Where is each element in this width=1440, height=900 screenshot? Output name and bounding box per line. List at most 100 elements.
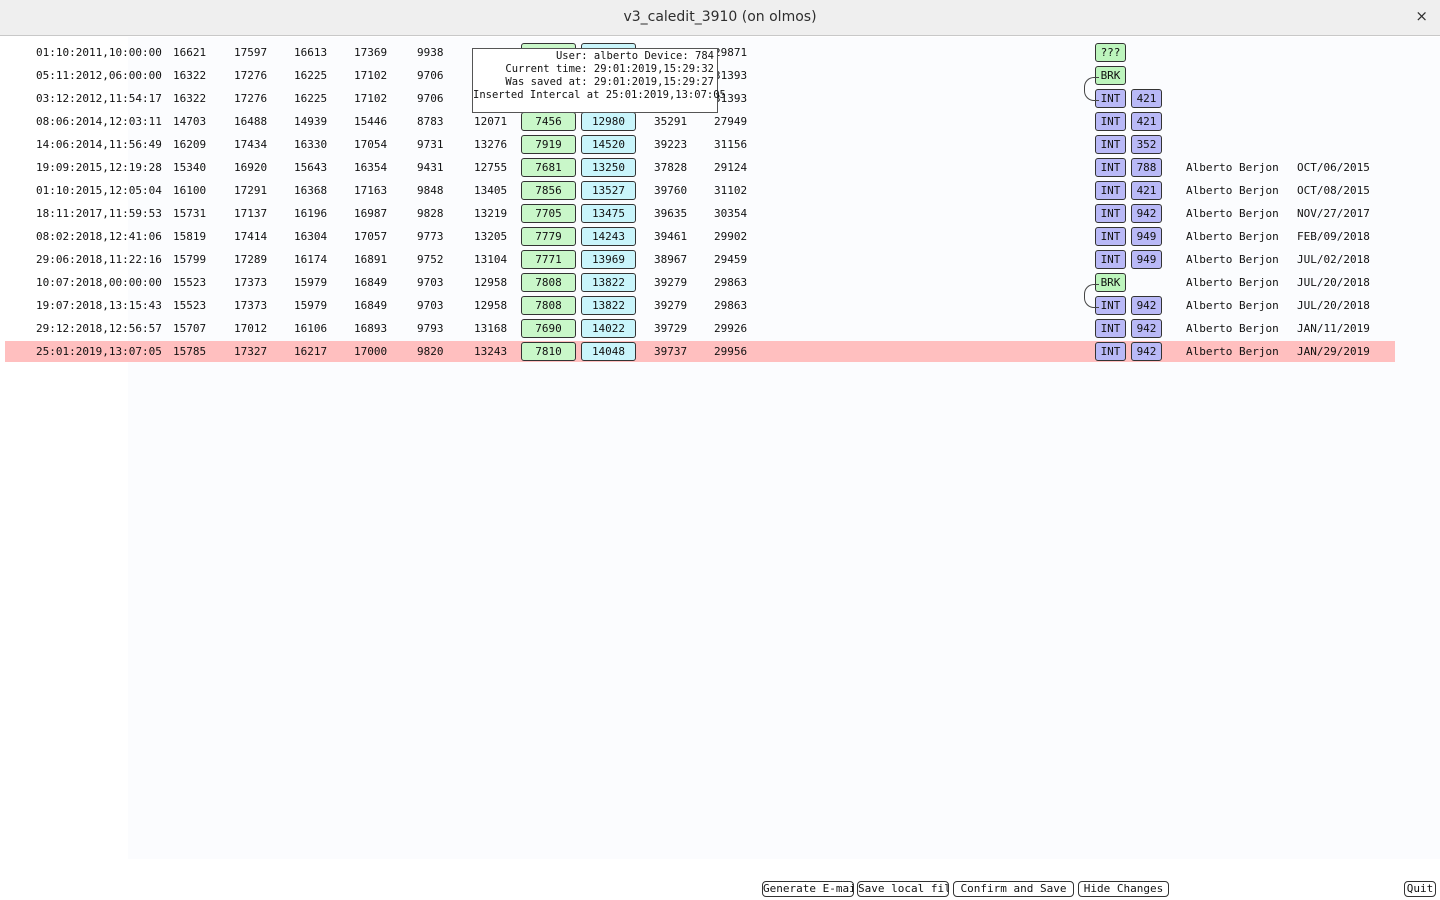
save-local-file-button[interactable]: Save local file — [857, 881, 949, 897]
hide-changes-button[interactable]: Hide Changes — [1078, 881, 1169, 897]
device-number-tag[interactable]: 949 — [1131, 250, 1162, 269]
green-value-box[interactable]: 7779 — [521, 227, 576, 246]
row-user: Alberto Berjon — [1186, 161, 1279, 174]
row-user: Alberto Berjon — [1186, 276, 1279, 289]
generate-email-button[interactable]: Generate E-mail — [762, 881, 854, 897]
row-value: 16893 — [354, 322, 388, 335]
cyan-value-box[interactable]: 13250 — [581, 158, 636, 177]
cyan-value-box[interactable]: 14243 — [581, 227, 636, 246]
row-value: 29863 — [714, 276, 748, 289]
row-value: 16322 — [173, 92, 207, 105]
cyan-value-box[interactable]: 14520 — [581, 135, 636, 154]
green-value-box[interactable]: 7919 — [521, 135, 576, 154]
row-value: 16849 — [354, 299, 388, 312]
table-row[interactable]: 14:06:2014,11:56:49 16209 17434 16330 17054 9… — [5, 134, 1395, 155]
type-tag[interactable]: BRK — [1095, 273, 1126, 292]
row-value: 31102 — [714, 184, 748, 197]
row-value: 15523 — [173, 276, 207, 289]
cyan-value-box[interactable]: 13475 — [581, 204, 636, 223]
device-number-tag[interactable]: 421 — [1131, 89, 1162, 108]
row-record-date: NOV/27/2017 — [1297, 207, 1370, 220]
green-value-box[interactable]: 7456 — [521, 112, 576, 131]
row-value: 15707 — [173, 322, 207, 335]
type-tag[interactable]: INT — [1095, 158, 1126, 177]
device-number-tag[interactable]: 788 — [1131, 158, 1162, 177]
table-row[interactable]: 29:06:2018,11:22:16 15799 17289 16174 16891 9… — [5, 249, 1395, 270]
row-value: 29902 — [714, 230, 748, 243]
green-value-box[interactable]: 7705 — [521, 204, 576, 223]
row-timestamp: 01:10:2015,12:05:04 — [36, 184, 162, 197]
type-tag[interactable]: INT — [1095, 227, 1126, 246]
row-value: 39279 — [654, 276, 688, 289]
row-value: 17597 — [234, 46, 268, 59]
close-icon[interactable]: × — [1415, 7, 1428, 25]
row-value: 15785 — [173, 345, 207, 358]
brk-int-link-bracket — [1084, 284, 1099, 308]
confirm-and-save-button[interactable]: Confirm and Save — [953, 881, 1074, 897]
type-tag[interactable]: BRK — [1095, 66, 1126, 85]
type-tag[interactable]: ??? — [1095, 43, 1126, 62]
row-record-date: JUL/02/2018 — [1297, 253, 1370, 266]
table-row[interactable]: 29:12:2018,12:56:57 15707 17012 16106 16893 9… — [5, 318, 1395, 339]
device-number-tag[interactable]: 949 — [1131, 227, 1162, 246]
cyan-value-box[interactable]: 12980 — [581, 112, 636, 131]
row-value: 39223 — [654, 138, 688, 151]
cyan-value-box[interactable]: 13822 — [581, 296, 636, 315]
row-value: 17414 — [234, 230, 268, 243]
row-value: 17054 — [354, 138, 388, 151]
type-tag[interactable]: INT — [1095, 296, 1126, 315]
device-number-tag[interactable]: 942 — [1131, 342, 1162, 361]
green-value-box[interactable]: 7771 — [521, 250, 576, 269]
row-user: Alberto Berjon — [1186, 345, 1279, 358]
device-number-tag[interactable]: 942 — [1131, 204, 1162, 223]
row-value: 31156 — [714, 138, 748, 151]
row-value: 16368 — [294, 184, 328, 197]
table-row[interactable]: 08:06:2014,12:03:11 14703 16488 14939 15446 8… — [5, 111, 1395, 132]
table-row[interactable]: 08:02:2018,12:41:06 15819 17414 16304 17057 9… — [5, 226, 1395, 247]
row-value: 9703 — [417, 299, 444, 312]
brk-int-link-bracket — [1084, 77, 1099, 101]
table-row[interactable]: 19:09:2015,12:19:28 15340 16920 15643 16354 9… — [5, 157, 1395, 178]
type-tag[interactable]: INT — [1095, 342, 1126, 361]
device-number-tag[interactable]: 942 — [1131, 319, 1162, 338]
row-value: 39737 — [654, 345, 688, 358]
type-tag[interactable]: INT — [1095, 250, 1126, 269]
cyan-value-box[interactable]: 13822 — [581, 273, 636, 292]
row-timestamp: 08:06:2014,12:03:11 — [36, 115, 162, 128]
green-value-box[interactable]: 7856 — [521, 181, 576, 200]
row-value: 9752 — [417, 253, 444, 266]
type-tag[interactable]: INT — [1095, 204, 1126, 223]
cyan-value-box[interactable]: 13969 — [581, 250, 636, 269]
table-row[interactable]: 18:11:2017,11:59:53 15731 17137 16196 16987 9… — [5, 203, 1395, 224]
device-number-tag[interactable]: 421 — [1131, 112, 1162, 131]
green-value-box[interactable]: 7808 — [521, 273, 576, 292]
device-number-tag[interactable]: 421 — [1131, 181, 1162, 200]
row-record-date: OCT/06/2015 — [1297, 161, 1370, 174]
device-number-tag[interactable]: 942 — [1131, 296, 1162, 315]
type-tag[interactable]: INT — [1095, 181, 1126, 200]
row-record-date: JUL/20/2018 — [1297, 276, 1370, 289]
green-value-box[interactable]: 7808 — [521, 296, 576, 315]
cyan-value-box[interactable]: 13527 — [581, 181, 636, 200]
type-tag[interactable]: INT — [1095, 319, 1126, 338]
quit-button[interactable]: Quit — [1404, 881, 1436, 897]
row-value: 9706 — [417, 92, 444, 105]
green-value-box[interactable]: 7681 — [521, 158, 576, 177]
type-tag[interactable]: INT — [1095, 112, 1126, 131]
table-row[interactable]: 10:07:2018,00:00:00 15523 17373 15979 16849 9… — [5, 272, 1395, 293]
cyan-value-box[interactable]: 14048 — [581, 342, 636, 361]
cyan-value-box[interactable]: 14022 — [581, 319, 636, 338]
green-value-box[interactable]: 7690 — [521, 319, 576, 338]
device-number-tag[interactable]: 352 — [1131, 135, 1162, 154]
type-tag[interactable]: INT — [1095, 89, 1126, 108]
table-row[interactable]: 01:10:2015,12:05:04 16100 17291 16368 17163 9… — [5, 180, 1395, 201]
row-timestamp: 19:09:2015,12:19:28 — [36, 161, 162, 174]
tooltip-current-time-line: Current time: 29:01:2019,15:29:32 — [505, 63, 714, 75]
row-value: 16174 — [294, 253, 328, 266]
table-row[interactable]: 19:07:2018,13:15:43 15523 17373 15979 16849 9… — [5, 295, 1395, 316]
row-value: 16920 — [234, 161, 268, 174]
green-value-box[interactable]: 7810 — [521, 342, 576, 361]
table-row[interactable]: 25:01:2019,13:07:05 15785 17327 16217 17000 9… — [5, 341, 1395, 362]
row-value: 17434 — [234, 138, 268, 151]
type-tag[interactable]: INT — [1095, 135, 1126, 154]
